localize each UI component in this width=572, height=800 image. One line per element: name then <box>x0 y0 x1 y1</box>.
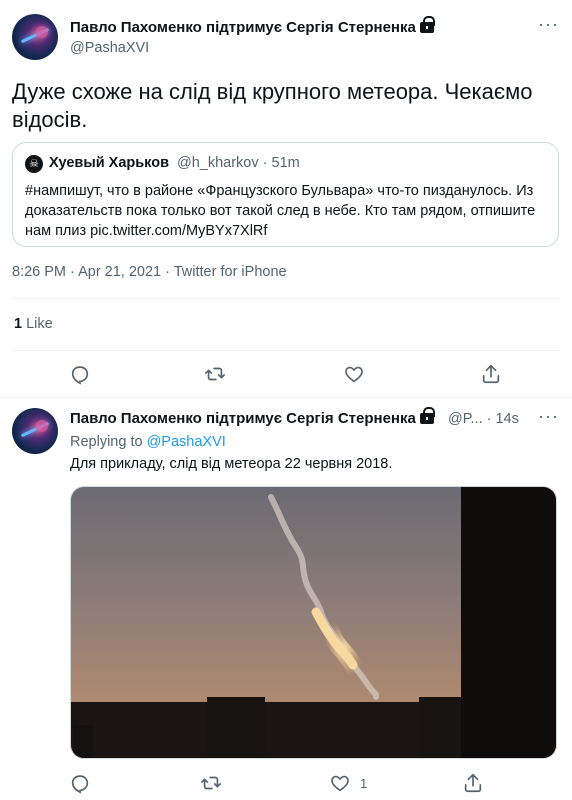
reply-retweet-button[interactable] <box>200 772 222 794</box>
meteor-trail-photo <box>71 487 556 758</box>
reply-author-name-text: Павло Пахоменко підтримує Сергія Стернен… <box>70 410 416 427</box>
reply-icon <box>71 775 89 794</box>
likes-stat[interactable]: 1 Like <box>14 316 53 332</box>
retweet-icon <box>205 367 225 381</box>
lock-icon <box>419 16 435 33</box>
lock-icon <box>419 407 435 424</box>
reply-icon <box>71 366 89 385</box>
retweet-button[interactable] <box>204 363 226 385</box>
replying-to: Replying to @PashaXVI <box>70 434 226 450</box>
quoted-avatar: ☠ <box>25 155 43 173</box>
share-icon <box>482 364 500 384</box>
tweet-photo[interactable] <box>70 486 557 759</box>
quoted-author-name: Хуевый Харьков <box>49 155 170 171</box>
heart-icon <box>331 775 349 792</box>
divider <box>0 397 572 398</box>
likes-label: Like <box>26 316 53 332</box>
quoted-text: #нампишут, что в районе «Французского Бу… <box>25 183 536 239</box>
reply-like-button[interactable] <box>329 772 351 794</box>
share-icon <box>464 773 482 793</box>
author-name-text: Павло Пахоменко підтримує Сергія Стернен… <box>70 19 416 36</box>
reply-author-avatar[interactable] <box>12 408 58 454</box>
retweet-icon <box>201 776 221 790</box>
heart-icon <box>345 366 363 383</box>
reply-more-options-button[interactable]: ··· <box>538 406 559 427</box>
reply-like-count: 1 <box>360 776 368 791</box>
reply-reply-button[interactable] <box>69 772 91 794</box>
quoted-tweet[interactable]: ☠ Хуевый Харьков @h_kharkov · 51m #нампи… <box>12 142 559 247</box>
likes-count: 1 <box>14 316 23 332</box>
reply-share-button[interactable] <box>462 772 484 794</box>
author-handle[interactable]: @PashaXVI <box>70 40 149 56</box>
more-options-button[interactable]: ··· <box>538 14 559 35</box>
tweet-timestamp[interactable]: 8:26 PM · Apr 21, 2021 · Twitter for iPh… <box>12 264 287 280</box>
reply-text: Для прикладу, слід від метеора 22 червня… <box>70 456 393 472</box>
author-avatar[interactable] <box>12 14 58 60</box>
author-name[interactable]: Павло Пахоменко підтримує Сергія Стернен… <box>70 16 435 36</box>
divider <box>12 350 560 351</box>
quoted-author-handle: @h_kharkov · 51m <box>177 155 300 171</box>
reply-author-handle[interactable]: @P... · 14s <box>448 411 519 427</box>
divider <box>12 298 560 299</box>
replying-to-prefix: Replying to <box>70 434 147 450</box>
replying-to-link[interactable]: @PashaXVI <box>147 434 226 450</box>
share-button[interactable] <box>480 363 502 385</box>
reply-button[interactable] <box>69 363 91 385</box>
tweet-text: Дуже схоже на слід від крупного метеора.… <box>12 79 533 132</box>
reply-author-name[interactable]: Павло Пахоменко підтримує Сергія Стернен… <box>70 407 435 427</box>
like-button[interactable] <box>343 363 365 385</box>
